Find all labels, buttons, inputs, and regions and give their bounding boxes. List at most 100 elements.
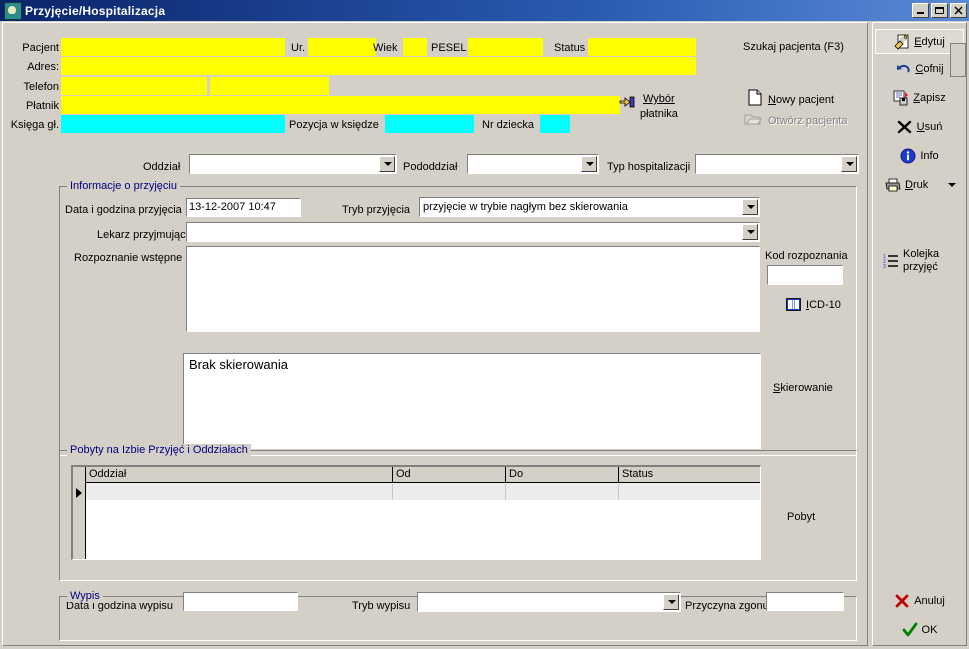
vertical-scrollbar[interactable] [950, 43, 966, 77]
sidebar-item-kolejka-przyjec[interactable]: 1 2 3 Kolejka przyjęć [875, 245, 964, 277]
data-wypisu-input[interactable] [183, 592, 298, 611]
book-icon[interactable] [786, 298, 801, 311]
info-icon [900, 148, 916, 164]
sidebar-item-label-kolejka: Kolejka przyjęć [903, 248, 949, 274]
telefon-input-1[interactable] [61, 77, 207, 95]
client-area: Pacjent Ur. Wiek PESEL Status Adres: Tel… [0, 21, 969, 649]
cancel-x-icon [894, 593, 910, 609]
chevron-down-icon[interactable] [379, 156, 395, 172]
new-document-icon[interactable] [748, 89, 762, 106]
skierowanie-textarea[interactable]: Brak skierowania [183, 353, 761, 449]
sidebar-item-label-cofnij: Cofnij [915, 62, 944, 75]
cancel-button-label: Anuluj [914, 594, 945, 607]
cell-do[interactable] [506, 483, 619, 500]
stays-col-oddzial[interactable]: Oddział [86, 467, 393, 482]
stays-grid[interactable]: Oddział Od Do Status [71, 465, 761, 560]
tryb-przyjecia-combo[interactable]: przyjęcie w trybie nagłym bez skierowani… [419, 197, 760, 217]
stays-grid-header: Oddział Od Do Status [73, 467, 760, 483]
chevron-down-icon[interactable] [663, 594, 679, 610]
action-sidebar: Edytuj Cofnij Zapisz Usuń Info Druk 1 2 … [872, 22, 967, 646]
otworz-pacjenta-link: Otwórz pacjenta [768, 115, 848, 127]
save-icon [893, 90, 909, 106]
label-pozycja: Pozycja w księdze [289, 119, 379, 131]
label-adres: Adres: [27, 61, 59, 73]
window-title: Przyjęcie/Hospitalizacja [25, 3, 166, 18]
sidebar-item-info[interactable]: Info [875, 143, 964, 168]
undo-icon [895, 61, 911, 77]
stays-col-status[interactable]: Status [619, 467, 760, 482]
sidebar-item-label-usun: Usuń [916, 120, 943, 133]
label-status: Status [554, 42, 586, 54]
chevron-down-icon[interactable] [581, 156, 597, 172]
typ-hospitalizacji-combo[interactable] [695, 154, 859, 174]
label-platnik: Płatnik [25, 100, 59, 112]
pododdzial-combo[interactable] [467, 154, 599, 174]
lekarz-combo[interactable] [186, 222, 760, 242]
label-rozpoznanie: Rozpoznanie wstępne [74, 252, 183, 264]
status-input[interactable] [588, 38, 696, 56]
pacjent-input[interactable] [61, 38, 285, 56]
oddzial-combo[interactable] [189, 154, 397, 174]
close-button[interactable] [950, 3, 967, 18]
icd10-rest: CD-10 [809, 299, 841, 311]
nowy-pacjent-link[interactable]: Nowy pacjent [768, 94, 834, 106]
pesel-input[interactable] [468, 38, 543, 56]
nr-dziecka-input[interactable] [540, 115, 570, 133]
druk-dropdown-arrow-icon[interactable] [948, 183, 956, 187]
sidebar-item-label-edytuj: Edytuj [914, 35, 945, 48]
delete-icon [897, 119, 913, 135]
przyczyna-zgonu-input[interactable] [766, 592, 844, 611]
kod-rozpoznania-input[interactable] [767, 265, 843, 285]
cell-status[interactable] [619, 483, 760, 500]
sidebar-item-usun[interactable]: Usuń [875, 114, 964, 139]
telefon-input-2[interactable] [210, 77, 329, 95]
minimize-button[interactable] [912, 3, 929, 18]
tryb-przyjecia-combo-value: przyjęcie w trybie nagłym bez skierowani… [423, 201, 628, 213]
pozycja-input[interactable] [385, 115, 474, 133]
wybor-platnika-label-line2[interactable]: płatnika [640, 108, 678, 120]
open-folder-icon [744, 112, 762, 126]
ok-check-icon [902, 622, 918, 638]
table-row[interactable] [86, 483, 760, 500]
label-pacjent: Pacjent [22, 42, 59, 54]
cell-od[interactable] [393, 483, 506, 500]
icd10-link[interactable]: ICD-10 [806, 299, 841, 311]
stays-col-od[interactable]: Od [393, 467, 506, 482]
szukaj-pacjenta-link[interactable]: Szukaj pacjenta (F3) [743, 41, 844, 53]
stays-col-do[interactable]: Do [506, 467, 619, 482]
skierowanie-link[interactable]: Skierowanie [773, 382, 833, 394]
platnik-input[interactable] [61, 96, 620, 114]
maximize-button[interactable] [931, 3, 948, 18]
label-ksiega: Księga gł. [10, 119, 59, 131]
label-telefon: Telefon [23, 81, 59, 93]
chevron-down-icon[interactable] [742, 224, 758, 240]
ok-button[interactable]: OK [875, 617, 964, 642]
pobyt-label[interactable]: Pobyt [787, 511, 815, 523]
chevron-down-icon[interactable] [742, 199, 758, 215]
label-data-przyjecia: Data i godzina przyjęcia [65, 204, 182, 216]
wiek-input[interactable] [403, 38, 427, 56]
print-icon [885, 177, 901, 193]
adres-input[interactable] [61, 57, 696, 75]
ur-input[interactable] [308, 38, 376, 56]
nowy-pacjent-rest: owy pacjent [775, 94, 835, 106]
ksiega-input[interactable] [61, 115, 285, 133]
cancel-button[interactable]: Anuluj [875, 588, 964, 613]
label-tryb-wypisu: Tryb wypisu [352, 600, 411, 612]
data-przyjecia-input[interactable]: 13-12-2007 10:47 [186, 198, 301, 217]
sidebar-item-label-zapisz: Zapisz [913, 91, 946, 104]
label-oddzial: Oddział [143, 161, 181, 173]
sidebar-item-druk[interactable]: Druk [875, 172, 964, 197]
rozpoznanie-textarea[interactable] [186, 246, 760, 332]
kolejka-line1: Kolejka [903, 248, 940, 260]
chevron-down-icon[interactable] [841, 156, 857, 172]
sidebar-item-zapisz[interactable]: Zapisz [875, 85, 964, 110]
admission-info-group-title: Informacje o przyjęciu [67, 180, 180, 192]
edit-icon [894, 33, 910, 50]
label-pododdzial: Pododdział [403, 161, 458, 173]
label-kod-rozpoznania: Kod rozpoznania [765, 250, 848, 262]
tryb-wypisu-combo[interactable] [417, 592, 681, 612]
wybor-platnika-icon[interactable] [617, 91, 637, 111]
wybor-platnika-label-line1[interactable]: Wybór [643, 93, 675, 105]
cell-oddzial[interactable] [86, 483, 393, 500]
